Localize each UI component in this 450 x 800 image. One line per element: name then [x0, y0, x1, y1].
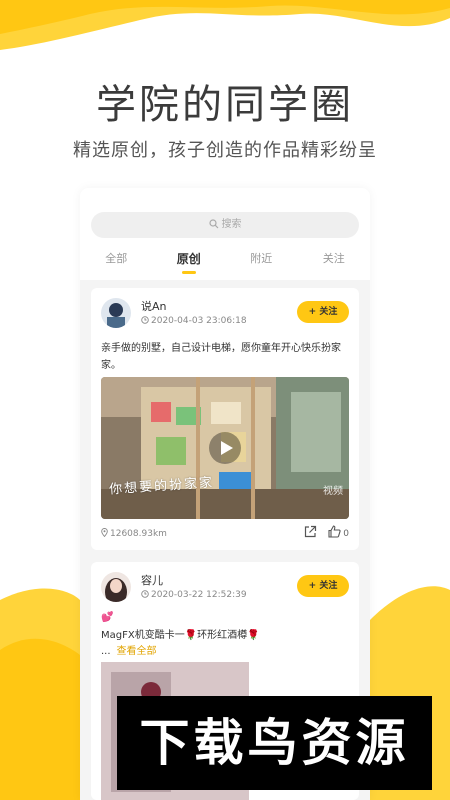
read-more-link[interactable]: 查看全部	[117, 646, 157, 657]
post-text: 亲手做的别墅，自己设计电梯，愿你童年开心快乐扮家家。	[101, 343, 341, 371]
like-button[interactable]: 0	[328, 525, 349, 539]
feed-tabs: 全部 原创 附近 关注	[80, 250, 370, 274]
post-text: MagFX机变酷卡一🌹环形红酒樽🌹	[101, 630, 260, 641]
clock-icon	[141, 590, 149, 598]
thumbs-up-icon	[328, 525, 341, 538]
share-icon[interactable]	[303, 525, 317, 539]
post-location: 12608.93km	[101, 528, 167, 539]
post-video[interactable]: 你想要的扮家家 视频	[101, 377, 349, 519]
distance-text: 12608.93km	[110, 529, 167, 539]
page-title: 学院的同学圈	[96, 82, 354, 128]
location-icon	[101, 528, 108, 538]
post-card[interactable]: 说An 2020-04-03 23:06:18 + 关注 亲手做的别墅，自己设计…	[91, 288, 359, 550]
clock-icon	[141, 316, 149, 324]
feed-header: 搜索 全部 原创 附近 关注	[80, 188, 370, 280]
page-subtitle: 精选原创，孩子创造的作品精彩纷呈	[73, 140, 377, 161]
search-icon	[208, 219, 218, 229]
post-time-text: 2020-03-22 12:52:39	[151, 590, 247, 600]
video-watermark: 视频	[323, 486, 343, 497]
search-placeholder: 搜索	[221, 219, 242, 230]
play-icon[interactable]	[209, 432, 241, 464]
post-time: 2020-04-03 23:06:18	[141, 316, 247, 326]
follow-button[interactable]: + 关注	[297, 575, 349, 597]
post-time: 2020-03-22 12:52:39	[141, 590, 247, 600]
emoji-line: 💕	[101, 612, 114, 623]
ellipsis: ...	[101, 646, 111, 657]
tab-all[interactable]: 全部	[80, 250, 153, 274]
like-count: 0	[343, 529, 349, 539]
follow-button[interactable]: + 关注	[297, 301, 349, 323]
post-time-text: 2020-04-03 23:06:18	[151, 316, 247, 326]
tab-nearby[interactable]: 附近	[225, 250, 298, 274]
search-input[interactable]: 搜索	[91, 212, 359, 238]
avatar[interactable]	[101, 572, 131, 602]
avatar[interactable]	[101, 298, 131, 328]
read-more-row: ... 查看全部	[101, 642, 157, 657]
post-username[interactable]: 说An	[141, 298, 167, 314]
top-wave-decoration	[0, 0, 450, 50]
tab-original[interactable]: 原创	[153, 250, 226, 274]
watermark-banner: 下载鸟资源	[117, 696, 432, 790]
tab-following[interactable]: 关注	[298, 250, 371, 274]
post-username[interactable]: 容儿	[141, 572, 163, 588]
